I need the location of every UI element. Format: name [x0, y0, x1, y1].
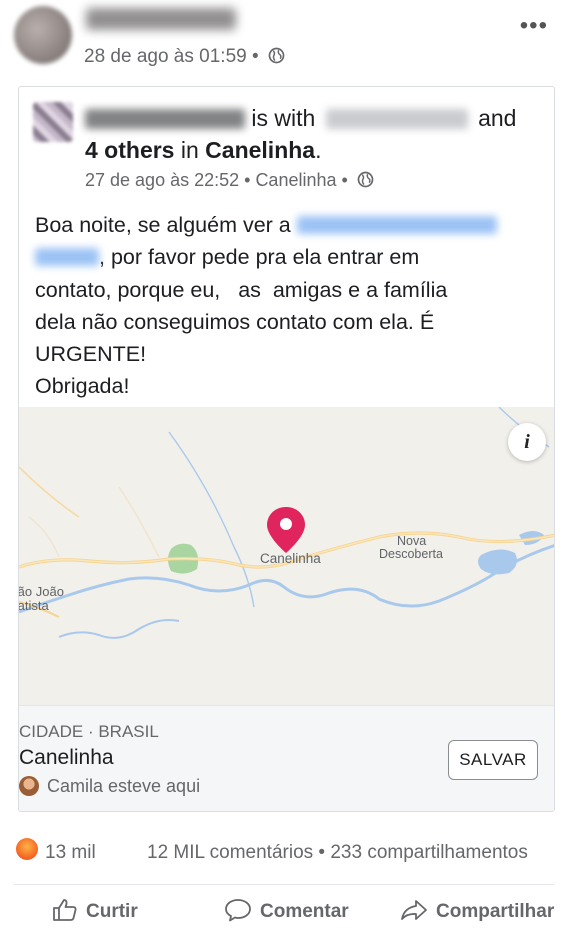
place-info-bar[interactable]: CIDADE · BRASIL Canelinha Camila esteve … [19, 705, 554, 811]
reaction-count[interactable]: 13 mil [45, 842, 96, 864]
location-link[interactable]: Canelinha [205, 137, 315, 163]
author-avatar[interactable] [14, 6, 72, 64]
post-stats: 13 mil 12 MIL comentários • 233 comparti… [0, 826, 572, 876]
share-icon [401, 900, 427, 920]
map-label-canelinha: Canelinha [260, 551, 321, 566]
map-label-batista: Batista [19, 598, 49, 613]
location-pin-icon[interactable] [267, 507, 305, 553]
angry-reaction-icon [16, 838, 38, 860]
save-place-button[interactable]: SALVAR [448, 740, 538, 780]
place-name[interactable]: Canelinha [19, 746, 114, 770]
visitor-avatar [19, 776, 39, 796]
map-label-sao-joao: São João [19, 584, 64, 599]
action-divider [14, 884, 554, 885]
globe-icon [357, 171, 374, 188]
map-label-nova: Nova [397, 534, 427, 548]
shared-author-avatar[interactable] [33, 102, 73, 142]
globe-icon [268, 47, 285, 64]
post-timestamp[interactable]: 28 de ago às 01:59 • [84, 46, 285, 68]
map-info-button[interactable]: i [508, 423, 546, 461]
shared-author-line: is with and [85, 105, 516, 132]
comment-icon [225, 899, 251, 922]
post-header: 28 de ago às 01:59 • ••• [0, 0, 572, 82]
shared-author-name-blurred[interactable] [85, 109, 245, 129]
mentioned-person-blurred-cont[interactable] [35, 248, 99, 267]
mentioned-person-blurred[interactable] [296, 216, 497, 234]
post-body-text: Boa noite, se alguém ver a , por favor p… [35, 209, 545, 403]
location-map[interactable]: Canelinha Nova Descoberta São João Batis… [19, 407, 554, 705]
tagged-others-link[interactable]: 4 others [85, 137, 174, 163]
post-actions: Curtir Comentar Compartilhar [0, 892, 572, 931]
shared-tag-line: 4 others in Canelinha. [85, 137, 322, 163]
like-button[interactable]: Curtir [52, 898, 138, 923]
comment-button[interactable]: Comentar [224, 898, 349, 923]
place-visitor: Camila esteve aqui [19, 776, 200, 797]
share-button[interactable]: Compartilhar [400, 898, 554, 923]
author-name-blurred[interactable] [86, 8, 236, 30]
tagged-friend-blurred[interactable] [325, 109, 468, 129]
place-kind: CIDADE · BRASIL [19, 722, 159, 741]
shared-post-card: is with and 4 others in Canelinha. 27 de… [18, 86, 555, 812]
thumbs-up-icon [53, 899, 77, 921]
comments-shares-count[interactable]: 12 MIL comentários • 233 compartilhament… [147, 842, 528, 864]
map-label-descoberta: Descoberta [379, 547, 443, 561]
shared-post-meta[interactable]: 27 de ago às 22:52 • Canelinha • [85, 170, 374, 191]
more-options-icon[interactable]: ••• [520, 12, 548, 40]
